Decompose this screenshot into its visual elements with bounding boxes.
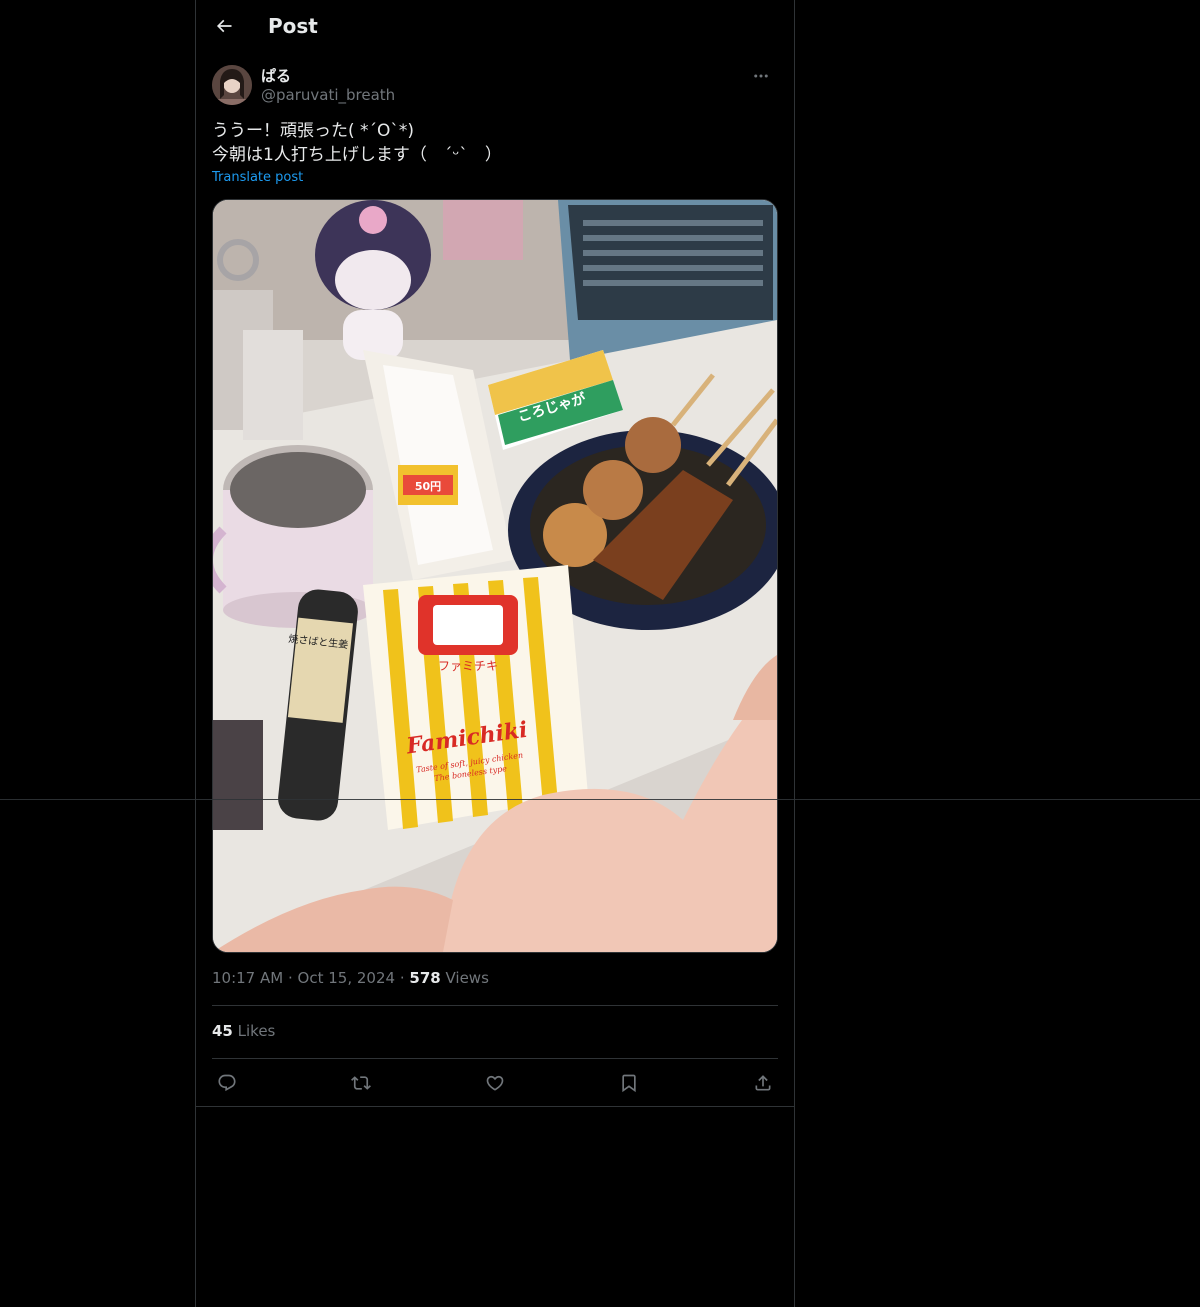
photo-illustration: ファミチキ Famichiki Taste of soft, juicy chi… (213, 200, 777, 952)
post-time[interactable]: 10:17 AM (212, 969, 283, 987)
arrow-left-icon (214, 16, 234, 36)
post-text: ううー！頑張った( *ˊOˋ*) 今朝は1人打ち上げします（ ˊᵕˋ ） (212, 121, 502, 165)
post-header: Post (196, 0, 794, 53)
more-horizontal-icon (752, 67, 770, 85)
post-column: Post ぱる @paruvati_breath ううー！頑張った( *ˊOˋ*… (195, 0, 795, 1307)
reply-button[interactable] (212, 1068, 242, 1098)
views-label: Views (445, 969, 489, 987)
repost-button[interactable] (346, 1068, 376, 1098)
divider (212, 1005, 778, 1006)
divider (196, 1106, 794, 1107)
likes-label: Likes (237, 1022, 276, 1040)
bookmark-icon (619, 1073, 639, 1093)
reply-icon (217, 1073, 237, 1093)
sandwich-price-label: 50円 (415, 480, 441, 493)
meta-separator: · (399, 969, 405, 987)
likes-count: 45 (212, 1022, 233, 1040)
heart-icon (485, 1073, 505, 1093)
back-button[interactable] (206, 8, 242, 44)
views-count: 578 (409, 969, 441, 987)
famichiki-katakana: ファミチキ (438, 659, 498, 673)
translate-post-link[interactable]: Translate post (212, 170, 303, 185)
action-bar (212, 1059, 778, 1106)
likes-summary[interactable]: 45 Likes (212, 1022, 275, 1040)
author-row: ぱる @paruvati_breath (212, 64, 778, 108)
avatar[interactable] (212, 65, 252, 105)
share-button[interactable] (748, 1068, 778, 1098)
bookmark-button[interactable] (614, 1068, 644, 1098)
page-title: Post (268, 14, 318, 38)
meta-separator: · (287, 969, 293, 987)
display-name[interactable]: ぱる (261, 65, 291, 86)
post-date[interactable]: Oct 15, 2024 (298, 969, 396, 987)
post-meta: 10:17 AM · Oct 15, 2024 · 578 Views (212, 969, 489, 987)
like-button[interactable] (480, 1068, 510, 1098)
viewport-fold-line (0, 799, 1200, 800)
share-icon (753, 1073, 773, 1093)
post-photo[interactable]: ファミチキ Famichiki Taste of soft, juicy chi… (212, 199, 778, 953)
more-button[interactable] (744, 64, 778, 88)
repost-icon (351, 1073, 371, 1093)
user-handle[interactable]: @paruvati_breath (261, 86, 395, 104)
